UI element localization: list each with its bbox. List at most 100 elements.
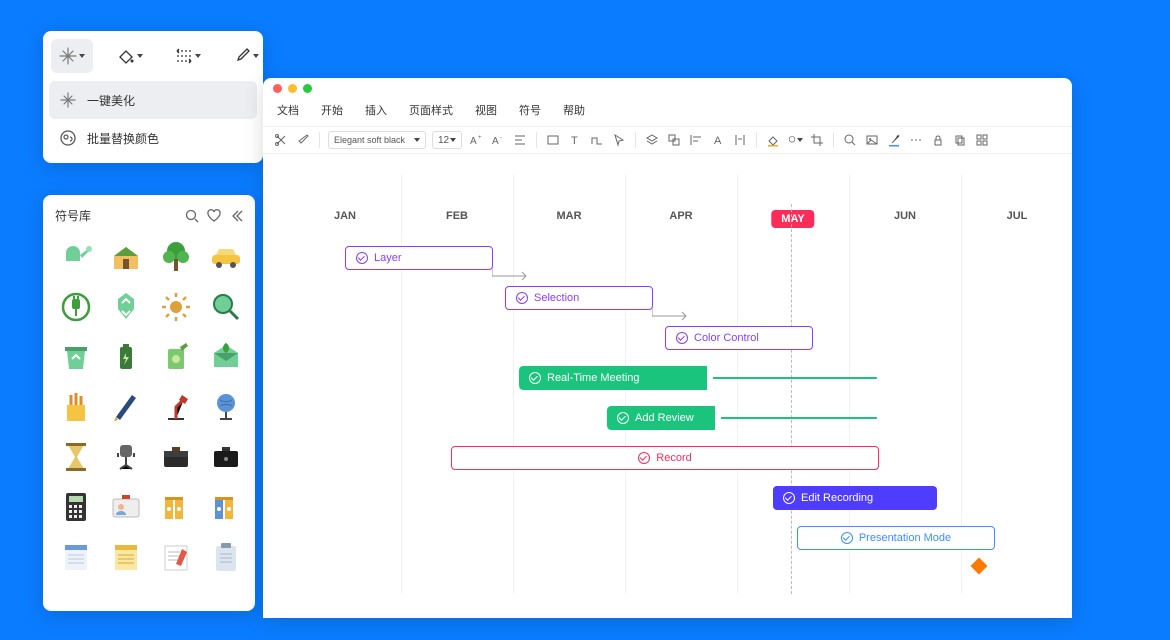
- task-add-review[interactable]: Add Review: [607, 406, 877, 430]
- menu-one-click-beautify[interactable]: 一键美化: [49, 81, 257, 119]
- text-tool-icon[interactable]: T: [567, 132, 583, 148]
- maximize-window-icon[interactable]: [303, 84, 312, 93]
- svg-text:A: A: [492, 136, 499, 147]
- menu-page-style[interactable]: 页面样式: [409, 102, 453, 118]
- minimize-window-icon[interactable]: [288, 84, 297, 93]
- sym-envelope-leaf[interactable]: [205, 336, 247, 378]
- task-presentation-mode[interactable]: Presentation Mode: [797, 526, 995, 550]
- sym-calculator[interactable]: [55, 486, 97, 528]
- task-label: Layer: [374, 252, 402, 264]
- sym-sun-gear[interactable]: [155, 286, 197, 328]
- sym-briefcase-brown[interactable]: [155, 436, 197, 478]
- font-family-select[interactable]: Elegant soft black: [328, 131, 426, 149]
- sym-house[interactable]: [105, 236, 147, 278]
- format-paint-icon[interactable]: [295, 132, 311, 148]
- sym-hourglass[interactable]: [55, 436, 97, 478]
- sym-office-chair[interactable]: [105, 436, 147, 478]
- task-edit-recording[interactable]: Edit Recording: [773, 486, 937, 510]
- menu-view[interactable]: 视图: [475, 102, 497, 118]
- app-window: 文档 开始 插入 页面样式 视图 符号 帮助 Elegant soft blac…: [263, 78, 1072, 618]
- search-icon[interactable]: [185, 209, 199, 223]
- fill-color-tool[interactable]: [109, 39, 151, 73]
- month-label: APR: [669, 210, 692, 222]
- cut-icon[interactable]: [273, 132, 289, 148]
- sparkle-tool[interactable]: [51, 39, 93, 73]
- dash-icon[interactable]: [908, 132, 924, 148]
- crop-icon[interactable]: [809, 132, 825, 148]
- month-gridline: [401, 174, 402, 594]
- sym-desk-lamp[interactable]: [155, 386, 197, 428]
- caret-down-icon: [79, 54, 85, 58]
- sym-folder-stack-blue[interactable]: [205, 486, 247, 528]
- task-layer[interactable]: Layer: [345, 246, 493, 270]
- spacing-tool[interactable]: [167, 39, 209, 73]
- align-icon[interactable]: [512, 132, 528, 148]
- sym-battery[interactable]: [105, 336, 147, 378]
- pointer-tool-icon[interactable]: [611, 132, 627, 148]
- timeline: JANFEBMARAPRMAYJUNJUL Layer Selection Co…: [293, 174, 1042, 594]
- sym-fuel-can[interactable]: [155, 336, 197, 378]
- font-decrease-icon[interactable]: A-: [490, 132, 506, 148]
- menu-batch-replace-color[interactable]: 批量替换颜色: [49, 119, 257, 157]
- gantt-canvas[interactable]: JANFEBMARAPRMAYJUNJUL Layer Selection Co…: [263, 154, 1072, 614]
- sym-folder-stack-yellow[interactable]: [155, 486, 197, 528]
- menu-help[interactable]: 帮助: [563, 102, 585, 118]
- separator: [536, 132, 537, 148]
- sym-recycle-badge[interactable]: [105, 286, 147, 328]
- sym-magnifier[interactable]: [205, 286, 247, 328]
- sym-car[interactable]: [205, 236, 247, 278]
- sym-notepad-blue[interactable]: [55, 536, 97, 578]
- menu-file[interactable]: 文档: [277, 102, 299, 118]
- layer-icon[interactable]: [644, 132, 660, 148]
- spacing-icon: [175, 47, 193, 65]
- symbol-header-actions: [185, 209, 243, 223]
- rect-tool-icon[interactable]: [545, 132, 561, 148]
- menu-symbol[interactable]: 符号: [519, 102, 541, 118]
- distribute-icon[interactable]: [732, 132, 748, 148]
- menu-start[interactable]: 开始: [321, 102, 343, 118]
- fill-tool-icon[interactable]: [765, 132, 781, 148]
- sym-notepad-pen[interactable]: [155, 536, 197, 578]
- sym-globe[interactable]: [205, 386, 247, 428]
- symbol-grid: [55, 236, 243, 578]
- brush-icon: [233, 47, 251, 65]
- today-line: [791, 204, 792, 594]
- brush-tool[interactable]: [225, 39, 267, 73]
- text-vertical-icon[interactable]: A: [710, 132, 726, 148]
- copy-icon[interactable]: [952, 132, 968, 148]
- image-icon[interactable]: [864, 132, 880, 148]
- sym-tree[interactable]: [155, 236, 197, 278]
- task-label: Add Review: [635, 412, 694, 424]
- shape-fill-icon[interactable]: [787, 132, 803, 148]
- sym-recycle-bin-green[interactable]: [55, 336, 97, 378]
- collapse-icon[interactable]: [229, 209, 243, 223]
- sym-pen[interactable]: [105, 386, 147, 428]
- settings-icon[interactable]: [974, 132, 990, 148]
- font-size-select[interactable]: 12: [432, 131, 462, 149]
- task-color-control[interactable]: Color Control: [665, 326, 813, 350]
- close-window-icon[interactable]: [273, 84, 282, 93]
- month-label: JUL: [1007, 210, 1028, 222]
- zoom-icon[interactable]: [842, 132, 858, 148]
- milestone-marker[interactable]: [971, 558, 988, 575]
- sym-plug[interactable]: [55, 286, 97, 328]
- font-increase-icon[interactable]: A+: [468, 132, 484, 148]
- line-color-icon[interactable]: [886, 132, 902, 148]
- align-left-icon[interactable]: [688, 132, 704, 148]
- sym-id-card[interactable]: [105, 486, 147, 528]
- sym-clipboard[interactable]: [205, 536, 247, 578]
- task-label: Real-Time Meeting: [547, 372, 640, 384]
- sym-watering-can[interactable]: [55, 236, 97, 278]
- sym-briefcase-black[interactable]: [205, 436, 247, 478]
- heart-icon[interactable]: [207, 209, 221, 223]
- lock-icon[interactable]: [930, 132, 946, 148]
- font-name: Elegant soft black: [334, 135, 405, 145]
- connector-tool-icon[interactable]: [589, 132, 605, 148]
- sym-pencil-cup[interactable]: [55, 386, 97, 428]
- sym-notepad-yellow[interactable]: [105, 536, 147, 578]
- task-record[interactable]: Record: [451, 446, 879, 470]
- task-real-time-meeting[interactable]: Real-Time Meeting: [519, 366, 877, 390]
- menu-insert[interactable]: 插入: [365, 102, 387, 118]
- group-icon[interactable]: [666, 132, 682, 148]
- task-selection[interactable]: Selection: [505, 286, 653, 310]
